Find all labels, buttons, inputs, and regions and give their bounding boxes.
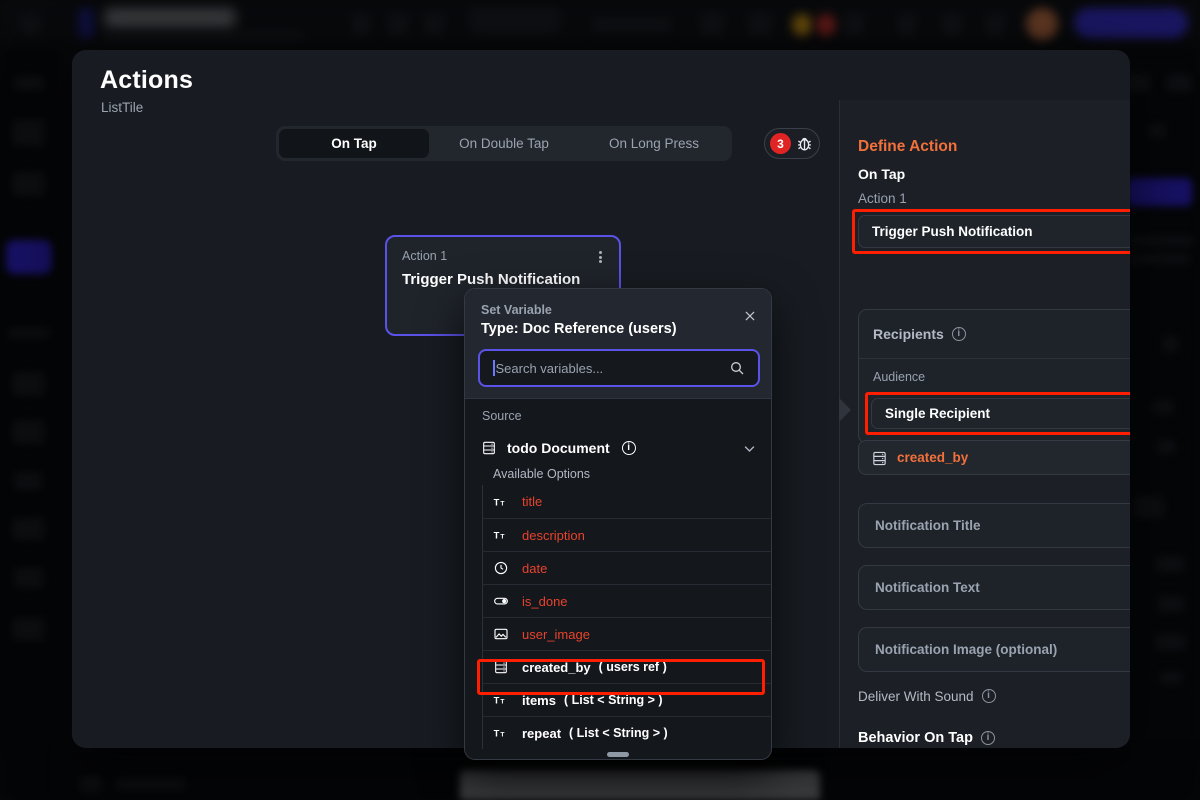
option-name: title xyxy=(522,494,543,509)
option-name: description xyxy=(522,527,585,543)
toggle-icon xyxy=(493,593,509,609)
text-caret xyxy=(493,360,495,376)
page-title: Actions xyxy=(100,66,194,94)
highlight-action-type xyxy=(852,209,1130,254)
trigger-tabbar: On Tap On Double Tap On Long Press xyxy=(276,126,732,161)
svg-text:T: T xyxy=(494,497,500,507)
popup-header: Set Variable Type: Doc Reference (users)… xyxy=(465,289,771,399)
popup-kicker: Set Variable xyxy=(481,303,552,317)
define-action-index: Action 1 xyxy=(858,191,907,206)
svg-text:T: T xyxy=(500,698,504,705)
behavior-on-tap-heading: Behavior On Tap i xyxy=(858,730,995,746)
text-icon: TT xyxy=(493,725,509,741)
recipients-label: Recipients xyxy=(873,326,944,342)
action-node-menu-icon[interactable] xyxy=(593,249,607,265)
behavior-on-tap-label: Behavior On Tap xyxy=(858,730,973,746)
list-item[interactable]: date xyxy=(482,551,771,584)
deliver-with-sound-row: Deliver With Sound i xyxy=(858,685,1130,707)
option-name: user_image xyxy=(522,626,590,642)
panel-pointer-triangle xyxy=(839,398,851,422)
search-icon[interactable] xyxy=(729,360,745,376)
text-icon: TT xyxy=(493,527,509,543)
svg-text:T: T xyxy=(494,530,500,540)
deliver-with-sound-label: Deliver With Sound xyxy=(858,688,974,704)
option-type: ( List < String > ) xyxy=(569,726,668,740)
actions-modal-header: Actions ListTile xyxy=(72,50,842,120)
source-value: todo Document xyxy=(507,440,610,456)
tab-on-long-press[interactable]: On Long Press xyxy=(579,129,729,158)
chevron-down-icon xyxy=(742,441,757,456)
variable-options-list: TT title TT description date is_done use… xyxy=(482,485,771,749)
list-item[interactable]: TT repeat ( List < String > ) xyxy=(482,716,771,749)
notification-title-label: Notification Title xyxy=(875,518,981,533)
database-icon xyxy=(481,440,497,456)
text-icon: TT xyxy=(493,494,509,510)
highlight-audience xyxy=(865,392,1130,435)
info-icon[interactable]: i xyxy=(621,441,636,455)
bug-icon xyxy=(795,134,814,153)
highlight-created-by-option xyxy=(477,659,765,695)
action-node-title: Trigger Push Notification xyxy=(402,271,581,288)
notification-text-label: Notification Text xyxy=(875,580,980,595)
close-icon[interactable] xyxy=(743,309,757,323)
list-item[interactable]: TT title xyxy=(482,485,771,518)
image-icon xyxy=(493,626,509,642)
clock-icon xyxy=(493,560,509,576)
database-icon xyxy=(871,450,887,466)
notification-image-label: Notification Image (optional) xyxy=(875,642,1058,657)
option-type: ( List < String > ) xyxy=(563,693,663,707)
audience-label: Audience xyxy=(873,370,926,384)
notification-image-field[interactable]: Notification Image (optional) xyxy=(858,627,1130,672)
option-name: is_done xyxy=(522,593,568,609)
notification-title-field[interactable]: Notification Title xyxy=(858,503,1130,548)
popup-type-line: Type: Doc Reference (users) xyxy=(481,321,677,337)
debug-badge[interactable]: 3 xyxy=(764,128,820,159)
svg-text:T: T xyxy=(494,695,500,705)
list-item[interactable]: is_done xyxy=(482,584,771,617)
popup-drag-handle-bottom[interactable] xyxy=(607,752,629,757)
svg-text:T: T xyxy=(494,728,500,738)
define-action-panel: Define Action On Tap Action 1 Trigger Pu… xyxy=(839,100,1130,748)
info-icon[interactable]: i xyxy=(980,731,995,745)
available-options-label: Available Options xyxy=(493,467,591,481)
source-dropdown[interactable]: todo Document i xyxy=(475,434,763,462)
option-name: date xyxy=(522,560,548,576)
tab-on-double-tap[interactable]: On Double Tap xyxy=(429,129,579,158)
recipient-value-chip[interactable]: created_by xyxy=(858,440,1130,475)
svg-text:T: T xyxy=(500,500,504,507)
page-subtitle: ListTile xyxy=(101,100,144,115)
recipients-header[interactable]: Recipients i xyxy=(859,310,1130,359)
notification-text-field[interactable]: Notification Text xyxy=(858,565,1130,610)
info-icon[interactable]: i xyxy=(981,689,996,703)
svg-text:T: T xyxy=(500,731,504,738)
action-node-index: Action 1 xyxy=(402,249,448,263)
search-variables-input[interactable]: Search variables... xyxy=(478,349,760,387)
recipient-chip-label: created_by xyxy=(897,450,969,465)
debug-error-count: 3 xyxy=(770,133,791,154)
define-action-trigger: On Tap xyxy=(858,166,906,182)
option-name: repeat xyxy=(522,725,562,741)
list-item[interactable]: TT description xyxy=(482,518,771,551)
info-icon[interactable]: i xyxy=(951,327,966,341)
source-label: Source xyxy=(482,409,522,423)
define-action-title: Define Action xyxy=(858,138,958,155)
svg-text:T: T xyxy=(500,533,504,540)
tab-on-tap[interactable]: On Tap xyxy=(279,129,429,158)
search-placeholder: Search variables... xyxy=(495,360,604,376)
list-item[interactable]: user_image xyxy=(482,617,771,650)
